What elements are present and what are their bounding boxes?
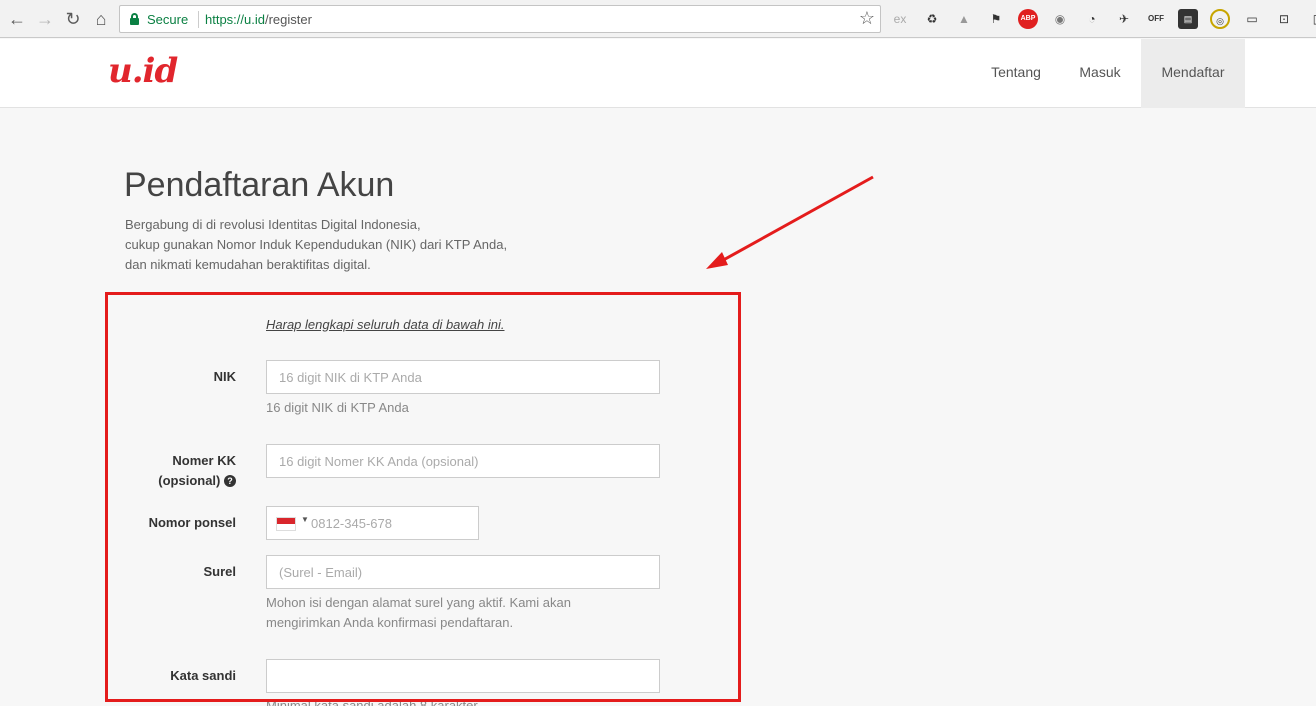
bookmark-star-icon[interactable]: ☆ (859, 8, 875, 29)
extension-speed-icon[interactable]: ◔ (1082, 9, 1102, 29)
browser-toolbar: ← → ↻ ⌂ Secure https://u.id/register ☆ e… (0, 0, 1316, 38)
intro-line-3: dan nikmati kemudahan beraktifitas digit… (125, 257, 371, 272)
url-text[interactable]: https://u.id/register (205, 12, 312, 27)
intro-line-1: Bergabung di di revolusi Identitas Digit… (125, 217, 421, 232)
adblock-plus-icon[interactable]: ABP (1018, 9, 1038, 29)
extension-camera-icon[interactable]: ◉ (1050, 9, 1070, 29)
extension-flag-icon[interactable]: ⚑ (986, 9, 1006, 29)
extension-off-icon[interactable]: OFF (1146, 9, 1166, 29)
intro-line-2: cukup gunakan Nomor Induk Kependudukan (… (125, 237, 508, 252)
nav-tentang[interactable]: Tentang (976, 39, 1056, 108)
page-title: Pendaftaran Akun (124, 166, 395, 204)
extension-recycle-icon[interactable]: ♻ (922, 9, 942, 29)
extension-drive-icon[interactable]: ▲ (954, 9, 974, 29)
lock-icon (130, 13, 139, 25)
extension-icons: ex ♻ ▲ ⚑ ABP ◉ ◔ ✈ OFF ▤ ◎ ▭ ⊡ ▯ (890, 9, 1316, 29)
extension-plane-icon[interactable]: ✈ (1114, 9, 1134, 29)
forward-arrow-icon[interactable]: → (34, 8, 56, 30)
nav-mendaftar[interactable]: Mendaftar (1141, 39, 1245, 108)
extension-film-icon[interactable]: ▤ (1178, 9, 1198, 29)
address-bar[interactable]: Secure https://u.id/register ☆ (119, 5, 881, 33)
back-arrow-icon[interactable]: ← (6, 8, 28, 30)
site-header: u.id Tentang Masuk Mendaftar (0, 39, 1316, 108)
secure-label: Secure (147, 12, 189, 27)
reload-icon[interactable]: ↻ (62, 8, 84, 30)
extension-page-icon[interactable]: ▭ (1242, 9, 1262, 29)
annotation-highlight-box (105, 292, 741, 702)
extension-ex-icon[interactable]: ex (890, 9, 910, 29)
extension-coin-icon[interactable]: ◎ (1210, 9, 1230, 29)
home-icon[interactable]: ⌂ (90, 8, 112, 30)
extension-phone-icon[interactable]: ▯ (1306, 9, 1316, 29)
nav-masuk[interactable]: Masuk (1064, 39, 1136, 108)
url-separator (198, 11, 199, 28)
extension-clip-icon[interactable]: ⊡ (1274, 9, 1294, 29)
site-logo[interactable]: u.id (108, 51, 178, 91)
